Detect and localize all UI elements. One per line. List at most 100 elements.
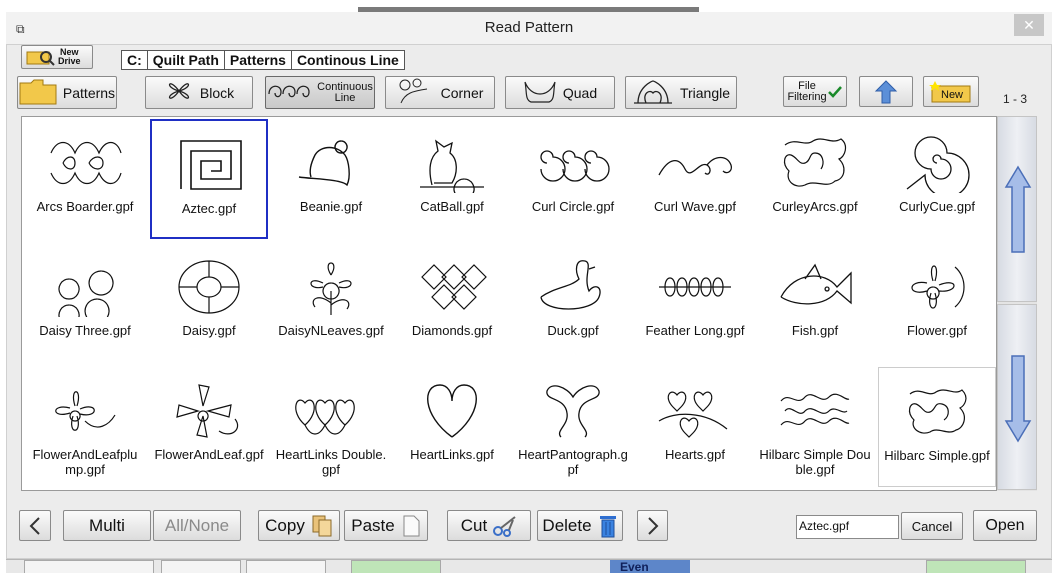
scroll-up-button[interactable] (997, 116, 1037, 302)
pattern-thumbnail-icon (780, 393, 850, 426)
file-tile[interactable]: Hilbarc Simple Double.gpf (756, 367, 874, 487)
file-tile[interactable]: CatBall.gpf (393, 119, 511, 239)
file-name: HeartPantograph.gpf (518, 447, 628, 477)
new-folder-button[interactable]: New (923, 76, 979, 107)
breadcrumb-segment[interactable]: C: (122, 51, 148, 69)
file-name: Aztec.gpf (181, 201, 237, 216)
multi-button[interactable]: Multi (63, 510, 151, 541)
scroll-up-arrow-icon (1004, 165, 1032, 253)
pattern-thumbnail-icon (180, 140, 242, 190)
file-tile[interactable]: Aztec.gpf (150, 119, 268, 239)
copy-icon (312, 515, 332, 536)
chevron-left-icon (29, 516, 40, 535)
vertical-scroll (997, 116, 1037, 491)
cancel-button[interactable]: Cancel (901, 512, 963, 540)
new-drive-label: New Drive (58, 47, 81, 66)
file-tile[interactable]: CurleyArcs.gpf (756, 119, 874, 239)
pattern-thumbnail-icon (50, 141, 122, 185)
file-tile[interactable]: Daisy.gpf (150, 243, 268, 363)
file-name: DaisyNLeaves.gpf (278, 323, 384, 338)
file-name: FlowerAndLeafplump.gpf (32, 447, 138, 477)
file-tile[interactable]: Arcs Boarder.gpf (26, 119, 144, 239)
open-button[interactable]: Open (973, 510, 1037, 541)
window-title: Read Pattern (484, 19, 574, 36)
file-tile[interactable]: Curl Circle.gpf (514, 119, 632, 239)
filename-field[interactable]: Aztec.gpf (796, 515, 899, 539)
delete-button[interactable]: Delete (537, 510, 623, 541)
file-name: Hilbarc Simple Double.gpf (759, 447, 871, 477)
next-page-button[interactable] (637, 510, 668, 541)
category-block-button[interactable]: Block (145, 76, 253, 109)
scroll-down-button[interactable] (997, 304, 1037, 490)
file-tile[interactable]: Fish.gpf (756, 243, 874, 363)
breadcrumb-segment[interactable]: Continous Line (292, 51, 404, 69)
dialog-body: New Drive C: Quilt Path Patterns Continous … (6, 44, 1052, 559)
pattern-thumbnail-icon (780, 263, 852, 305)
paste-label: Paste (351, 515, 395, 535)
file-name: Fish.gpf (791, 323, 839, 338)
category-patterns-button[interactable]: Patterns (17, 76, 117, 109)
copy-button[interactable]: Copy (258, 510, 340, 541)
category-label: Patterns (62, 84, 116, 101)
up-folder-button[interactable] (859, 76, 913, 107)
file-tile[interactable]: Diamonds.gpf (393, 243, 511, 363)
file-name: Duck.gpf (547, 323, 599, 338)
paste-button[interactable]: Paste (344, 510, 428, 541)
breadcrumb-segment[interactable]: Quilt Path (148, 51, 225, 69)
file-tile[interactable]: HeartLinks Double.gpf (272, 367, 390, 487)
all-none-button[interactable]: All/None (153, 510, 241, 541)
pattern-thumbnail-icon (546, 385, 600, 438)
corner-motif-icon (397, 77, 435, 108)
pattern-thumbnail-icon (658, 156, 733, 176)
breadcrumb-segment[interactable]: Patterns (225, 51, 292, 69)
file-tile[interactable]: Hilbarc Simple.gpf (878, 367, 996, 487)
pattern-thumbnail-icon (55, 391, 116, 431)
file-tile[interactable]: Feather Long.gpf (636, 243, 754, 363)
pattern-thumbnail-icon (908, 389, 967, 434)
prev-page-button[interactable] (19, 510, 51, 541)
category-corner-button[interactable]: Corner (385, 76, 495, 109)
file-tile[interactable]: Beanie.gpf (272, 119, 390, 239)
block-motif-icon (164, 77, 194, 108)
file-name: HeartLinks Double.gpf (275, 447, 387, 477)
pattern-thumbnail-icon (58, 270, 114, 317)
file-tile[interactable]: Curl Wave.gpf (636, 119, 754, 239)
file-name: Flower.gpf (907, 323, 967, 338)
file-tile[interactable]: FlowerAndLeafplump.gpf (26, 367, 144, 487)
title-bar[interactable]: ⧉ Read Pattern ✕ (6, 12, 1052, 44)
trash-icon (599, 515, 616, 537)
file-name: Curl Circle.gpf (531, 199, 615, 214)
file-name: CurlyCue.gpf (899, 199, 975, 214)
category-quad-button[interactable]: Quad (505, 76, 615, 109)
pattern-thumbnail-icon (659, 277, 731, 297)
category-continuous-line-button[interactable]: Continuous Line (265, 76, 375, 109)
category-triangle-button[interactable]: Triangle (625, 76, 737, 109)
pattern-thumbnail-icon (176, 384, 239, 438)
cut-button[interactable]: Cut (447, 510, 531, 541)
file-tile[interactable]: Duck.gpf (514, 243, 632, 363)
file-tile[interactable]: Flower.gpf (878, 243, 996, 363)
pattern-thumbnail-icon (540, 260, 601, 310)
file-tile[interactable]: HeartPantograph.gpf (514, 367, 632, 487)
file-tile[interactable]: Hearts.gpf (636, 367, 754, 487)
file-filtering-button[interactable]: File Filtering (783, 76, 847, 107)
file-name: CurleyArcs.gpf (772, 199, 858, 214)
continuous-line-icon (267, 80, 311, 105)
file-tile[interactable]: DaisyNLeaves.gpf (272, 243, 390, 363)
file-name: HeartLinks.gpf (410, 447, 494, 462)
file-tile[interactable]: Daisy Three.gpf (26, 243, 144, 363)
new-drive-button[interactable]: New Drive (21, 45, 93, 69)
close-button[interactable]: ✕ (1014, 14, 1044, 36)
file-filtering-label: File Filtering (787, 79, 827, 103)
up-arrow-icon (874, 79, 898, 103)
category-label: Corner (440, 84, 484, 101)
background-app-strip: Even (6, 559, 1052, 573)
cut-label: Cut (460, 515, 488, 535)
file-tile[interactable]: CurlyCue.gpf (878, 119, 996, 239)
delete-label: Delete (542, 515, 592, 535)
category-label: Block (199, 84, 235, 101)
file-name: CatBall.gpf (420, 199, 484, 214)
file-tile[interactable]: HeartLinks.gpf (393, 367, 511, 487)
folder-icon (19, 77, 57, 108)
file-tile[interactable]: FlowerAndLeaf.gpf (150, 367, 268, 487)
